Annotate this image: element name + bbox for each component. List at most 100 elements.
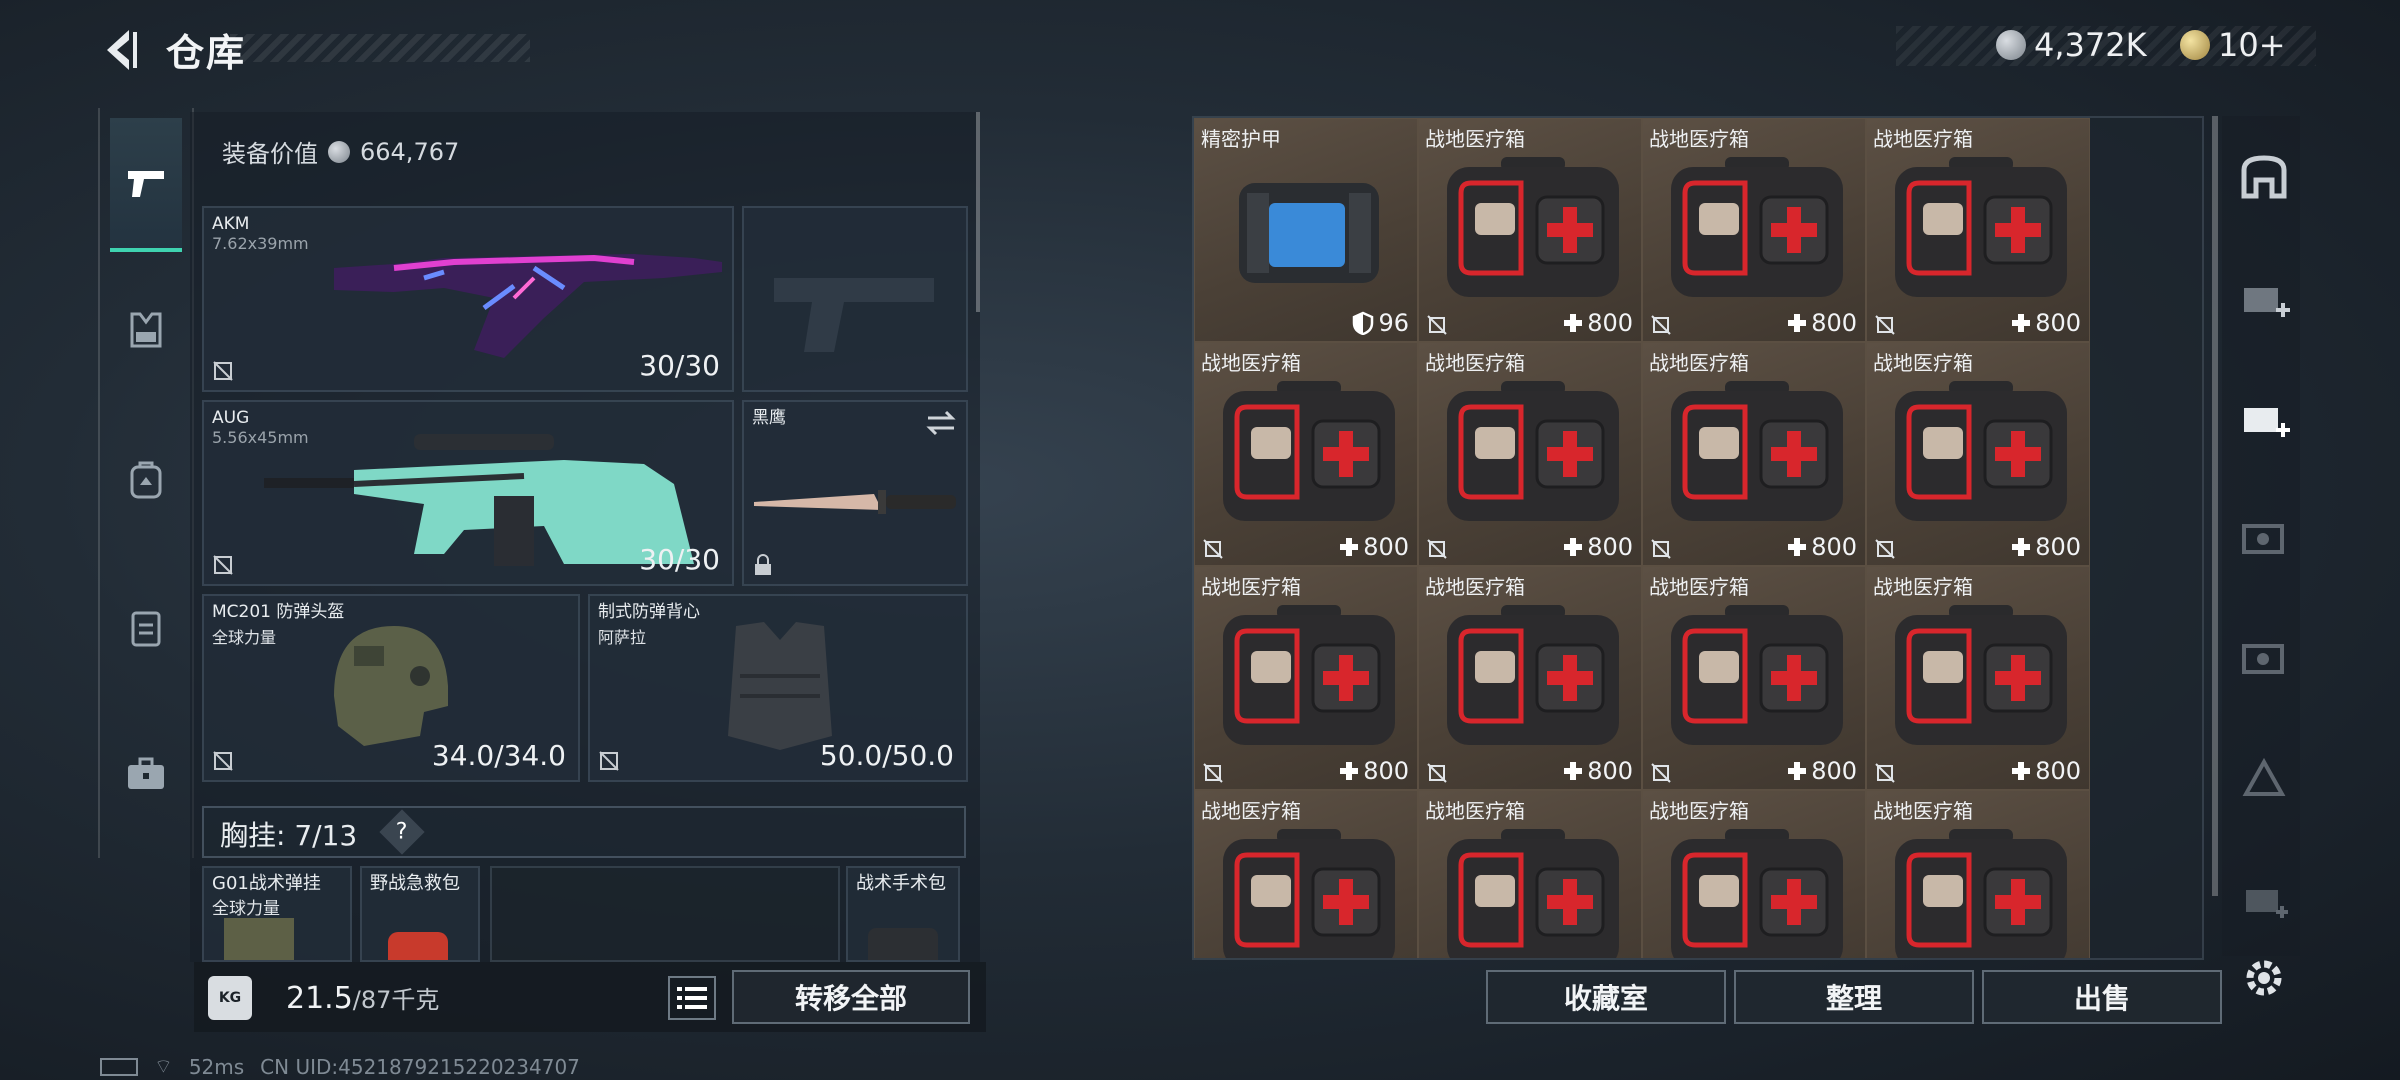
collection-room-button[interactable]: 收藏室 [1486, 970, 1726, 1024]
secondary-weapon-slot[interactable]: AUG 5.56x45mm 30/30 [202, 400, 734, 586]
storage-tab-v2-icon[interactable] [2236, 630, 2292, 686]
rig-slot-surgical-kit[interactable]: 战术手术包 [846, 866, 960, 962]
heal-value: 800 [2011, 757, 2081, 785]
wifi-icon: ⌔ [154, 1054, 173, 1078]
storage-item-medkit[interactable]: 战地医疗箱800 [1418, 118, 1642, 342]
item-name: 战地医疗箱 [1201, 799, 1301, 823]
medkit-image [1671, 157, 1843, 297]
storage-tab-iv-triangle-icon[interactable] [2236, 750, 2292, 806]
storage-item-medkit[interactable]: 战地医疗箱800 [1866, 790, 2090, 958]
storage-item-armor[interactable]: 精密护甲 96 [1194, 118, 1418, 342]
storage-item-medkit[interactable]: 战地医疗箱800 [1418, 342, 1642, 566]
no-insure-icon [213, 751, 233, 771]
primary-weapon-slot[interactable]: AKM 7.62x39mm 30/30 [202, 206, 734, 392]
rig-item-name: G01战术弹挂 [212, 873, 321, 894]
storage-tab-iv-box-icon[interactable] [2236, 870, 2292, 926]
storage-item-medkit[interactable]: 战地医疗箱 800 [1642, 566, 1866, 790]
swap-icon[interactable] [924, 410, 958, 436]
rig-slot-empty[interactable] [490, 866, 840, 962]
heal-value: 800 [1787, 533, 1857, 561]
storage-tab-iv-add-active-icon[interactable] [2236, 390, 2292, 446]
heal-value: 800 [2011, 309, 2081, 337]
category-nav [98, 108, 194, 858]
plus-icon [1564, 314, 1583, 332]
weapon-name: AKM [212, 214, 250, 234]
armor-slot[interactable]: 制式防弹背心 阿萨拉 50.0/50.0 [588, 594, 968, 782]
storage-item-medkit[interactable]: 战地医疗箱800 [1642, 790, 1866, 958]
storage-tab-home-icon[interactable] [2236, 150, 2292, 206]
storage-item-medkit[interactable]: 战地医疗箱 800 [1866, 566, 2090, 790]
item-name: 战地医疗箱 [1873, 127, 1973, 151]
list-view-button[interactable] [668, 976, 716, 1020]
no-insure-icon [1203, 763, 1223, 783]
akm-rifle-image [334, 254, 722, 358]
storage-item-medkit[interactable]: 战地医疗箱800 [1418, 790, 1642, 958]
nav-rig[interactable] [110, 294, 182, 366]
item-name: 战地医疗箱 [1425, 575, 1525, 599]
rig-slot-g01[interactable]: G01战术弹挂 全球力量 [202, 866, 352, 962]
pistol-silhouette-icon [774, 278, 934, 352]
storage-item-medkit[interactable]: 战地医疗箱800 [1194, 790, 1418, 958]
heal-value: 800 [1787, 309, 1857, 337]
weight-max: /87千克 [352, 986, 440, 1014]
back-button[interactable] [96, 22, 146, 78]
plus-icon [1564, 762, 1583, 780]
transfer-all-button[interactable]: 转移全部 [732, 970, 970, 1024]
pistol-slot[interactable] [742, 206, 968, 392]
storage-tab-iv-add-icon[interactable] [2236, 270, 2292, 326]
coin-icon [328, 140, 350, 163]
storage-item-medkit[interactable]: 战地医疗箱800 [1418, 566, 1642, 790]
rig-item-name: 野战急救包 [370, 873, 460, 894]
item-name: 战地医疗箱 [1425, 351, 1525, 375]
coin-balance[interactable]: 4,372K [1996, 26, 2147, 64]
item-name: 战地医疗箱 [1649, 575, 1749, 599]
storage-tab-v-icon[interactable] [2236, 510, 2292, 566]
medkit-image [1671, 381, 1843, 521]
weight-current: 21.5 [286, 981, 353, 1016]
sell-button[interactable]: 出售 [1982, 970, 2222, 1024]
item-name: 战地医疗箱 [1201, 351, 1301, 375]
storage-item-medkit[interactable]: 战地医疗箱 800 [1642, 342, 1866, 566]
item-name: 战地医疗箱 [1873, 575, 1973, 599]
chest-rig-capacity: 胸挂: 7/13 [220, 814, 357, 854]
item-name: 战地医疗箱 [1425, 127, 1525, 151]
storage-item-medkit[interactable]: 战地医疗箱800 [1194, 566, 1418, 790]
item-name: 战地医疗箱 [1649, 799, 1749, 823]
ticket-amount: 10+ [2218, 26, 2286, 64]
nav-backpack[interactable] [110, 444, 182, 516]
coin-icon [1996, 30, 2026, 60]
nav-chest-rig[interactable] [110, 592, 182, 664]
medkit-image [1223, 605, 1395, 745]
nav-weapons[interactable] [110, 118, 182, 252]
vest-icon [130, 312, 162, 348]
no-insure-icon [1427, 315, 1447, 335]
medkit-image [1447, 605, 1619, 745]
helmet-image [334, 626, 448, 746]
heal-value: 800 [2011, 533, 2081, 561]
ticket-balance[interactable]: 10+ [2180, 26, 2286, 64]
no-insure-icon [1651, 539, 1671, 559]
ticket-icon [2180, 30, 2210, 60]
weight-icon: KG [208, 976, 252, 1020]
weapon-ammo-count: 30/30 [639, 349, 720, 382]
melee-slot[interactable]: 黑鹰 [742, 400, 968, 586]
plus-icon [2012, 538, 2031, 556]
nav-case[interactable] [110, 738, 182, 810]
storage-item-medkit[interactable]: 战地医疗箱800 [1866, 342, 2090, 566]
storage-item-medkit[interactable]: 战地医疗箱800 [1642, 118, 1866, 342]
armor-plate-image [1239, 183, 1379, 283]
storage-scrollbar[interactable] [2212, 116, 2218, 896]
storage-item-medkit[interactable]: 战地医疗箱 800 [1866, 118, 2090, 342]
organize-button[interactable]: 整理 [1734, 970, 1974, 1024]
plus-icon [2012, 762, 2031, 780]
list-icon [677, 987, 707, 1009]
heal-value-text: 800 [1811, 757, 1857, 785]
rig-slot-first-aid-kit[interactable]: 野战急救包 [360, 866, 480, 962]
gear-icon[interactable] [2236, 950, 2292, 1006]
plus-icon [1788, 538, 1807, 556]
storage-item-medkit[interactable]: 战地医疗箱800 [1194, 342, 1418, 566]
item-name: 战地医疗箱 [1649, 351, 1749, 375]
equipment-scrollbar[interactable] [976, 112, 980, 312]
helmet-slot[interactable]: MC201 防弹头盔 全球力量 34.0/34.0 [202, 594, 580, 782]
no-insure-icon [1875, 539, 1895, 559]
